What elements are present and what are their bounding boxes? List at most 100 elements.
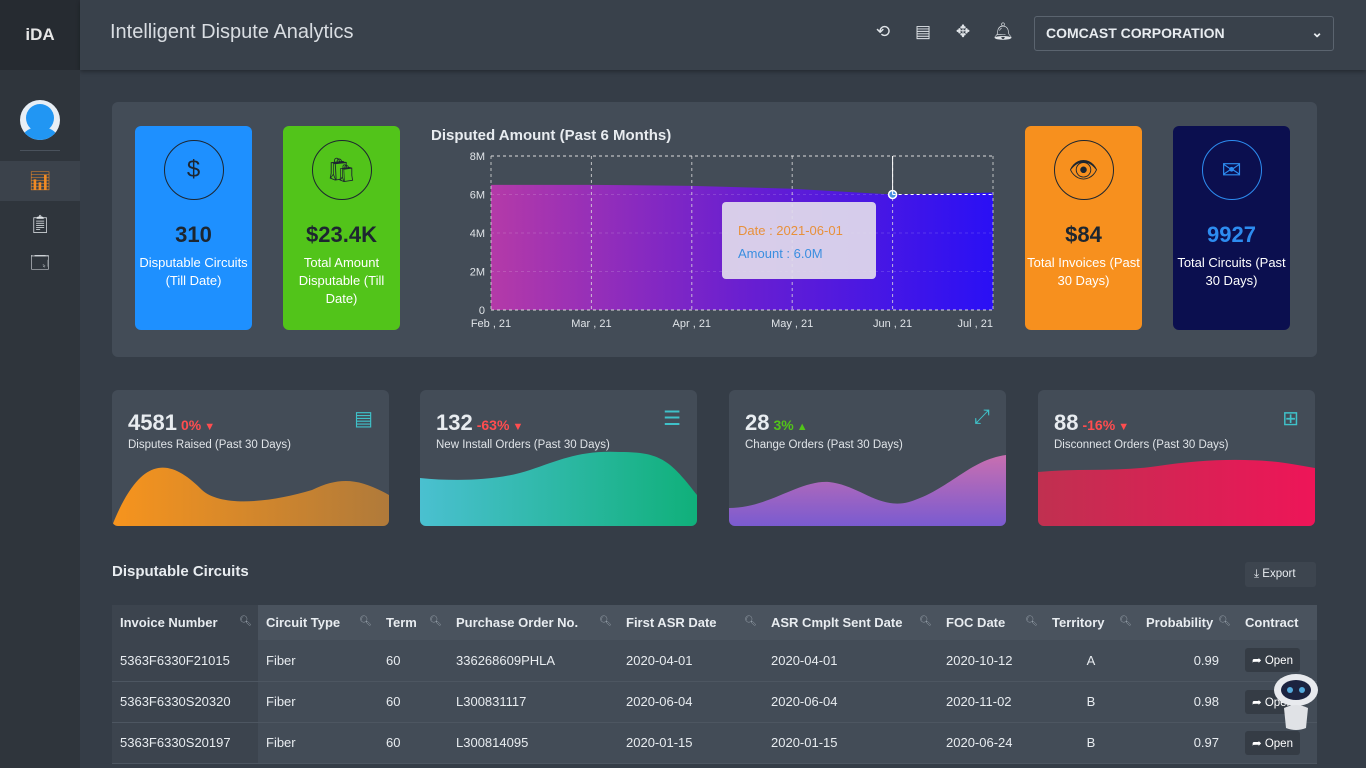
kpi-disputes-raised[interactable]: 4581 0% ▼ Disputes Raised (Past 30 Days) … [112, 390, 389, 526]
table-cell: Fiber [258, 722, 378, 764]
avatar[interactable] [20, 100, 60, 140]
column-header[interactable]: ASR Cmplt Sent Date 🔍︎ [763, 605, 938, 640]
table-cell: 2020-04-01 [763, 640, 938, 682]
y-tick-label: 6M [470, 190, 485, 202]
dashboard-chart-icon: 📊︎ [28, 170, 52, 191]
chart-title: Disputed Amount (Past 6 Months) [431, 127, 672, 144]
table-cell: 2020-06-04 [618, 681, 763, 723]
column-header[interactable]: Term 🔍︎ [378, 605, 448, 640]
column-label: Probability [1146, 615, 1214, 630]
x-tick-label: Mar , 21 [571, 318, 611, 330]
export-button[interactable]: ⤓ Export [1245, 562, 1316, 587]
table-row[interactable]: 5363F6330F21015 Fiber 60 336268609PHLA 2020-… [112, 640, 1317, 682]
search-icon[interactable]: 🔍︎ [1119, 616, 1132, 627]
sidebar-item-report[interactable]: 🗔 [0, 246, 80, 286]
column-label: Circuit Type [266, 615, 341, 630]
sidebar-item-dashboard[interactable]: 📊︎ [0, 161, 80, 201]
kpi-sparkline [420, 451, 697, 526]
chevron-down-icon: ⌄ [1311, 24, 1323, 40]
phone-mail-icon: ✉ [1201, 140, 1262, 200]
bell-icon[interactable]: 🔔︎ [992, 22, 1014, 44]
table-cell: 2020-06-24 [938, 722, 1044, 764]
table-cell: 60 [378, 640, 448, 682]
table-cell: 2020-11-02 [938, 681, 1044, 723]
column-header[interactable]: Circuit Type 🔍︎ [258, 605, 378, 640]
sidebar: 📊︎ 📋︎ 🗔 [0, 70, 80, 768]
search-icon[interactable]: 🔍︎ [1025, 616, 1038, 627]
table-row[interactable]: 5363F6330S20197 Fiber 60 L300814095 2020-01-… [112, 722, 1317, 764]
table-cell: 0.99 [1138, 640, 1237, 682]
move-icon[interactable]: ✥ [952, 22, 974, 44]
kpi-new-install-orders[interactable]: 132 -63% ▼ New Install Orders (Past 30 Da… [420, 390, 697, 526]
table-cell: L300814095 [448, 722, 618, 764]
table-cell: 0.97 [1138, 722, 1237, 764]
y-tick-label: 8M [470, 151, 485, 163]
table-cell: 5363F6330S20197 [112, 722, 258, 764]
y-tick-label: 0 [479, 305, 485, 317]
top-bar: Intelligent Dispute Analytics ⟲ ▤ ✥ 🔔︎ C… [80, 0, 1366, 70]
kpi-sparkline [1038, 459, 1315, 526]
company-name: COMCAST CORPORATION [1046, 25, 1225, 41]
search-icon[interactable]: 🔍︎ [599, 616, 612, 627]
disputable-circuits-table: Invoice Number 🔍︎ Circuit Type 🔍︎ Term 🔍︎ Purc… [112, 605, 1317, 764]
summary-panel: $ 310 Disputable Circuits (Till Date) 🛍︎… [112, 102, 1317, 357]
x-tick-label: Apr , 21 [673, 318, 712, 330]
table-cell: 2020-06-04 [763, 681, 938, 723]
search-icon[interactable]: 🔍︎ [239, 616, 252, 627]
disputed-amount-chart[interactable]: 0 2M 4M 6M 8M Feb , 21 Mar , 21 Apr , 21 May , 2… [432, 147, 1002, 337]
tooltip-amount: Amount : 6.0M [738, 246, 823, 261]
table-cell: B [1044, 681, 1138, 723]
table-cell: 5363F6330S20320 [112, 681, 258, 723]
company-select[interactable]: COMCAST CORPORATION ⌄ [1034, 16, 1334, 51]
x-tick-label: Feb , 21 [471, 318, 511, 330]
list-icon[interactable]: ▤ [912, 22, 934, 44]
column-header[interactable]: Contract [1237, 605, 1317, 640]
column-label: Contract [1245, 615, 1299, 630]
chart-tooltip [722, 202, 876, 279]
stat-label: Total Invoices (Past 30 Days) [1027, 255, 1140, 288]
kpi-sparkline [112, 467, 389, 526]
eye-mouse-icon: 👁︎ [1053, 140, 1114, 200]
clipboard-icon: 📋︎ [28, 213, 52, 234]
table-row[interactable]: 5363F6330S20320 Fiber 60 L300831117 2020-06-… [112, 681, 1317, 723]
column-header[interactable]: First ASR Date 🔍︎ [618, 605, 763, 640]
chatbot-icon[interactable] [1270, 672, 1322, 734]
column-header[interactable]: Purchase Order No. 🔍︎ [448, 605, 618, 640]
tooltip-date: Date : 2021-06-01 [738, 223, 843, 238]
table-cell: 2020-04-01 [618, 640, 763, 682]
column-header[interactable]: Probability 🔍︎ [1138, 605, 1237, 640]
stat-value: 310 [175, 222, 212, 247]
kpi-change-orders[interactable]: 28 3% ▲ Change Orders (Past 30 Days) ⤢ [729, 390, 1006, 526]
x-tick-label: Jun , 21 [873, 318, 912, 330]
column-header[interactable]: FOC Date 🔍︎ [938, 605, 1044, 640]
stat-label: Total Circuits (Past 30 Days) [1177, 255, 1286, 288]
open-contract-button[interactable]: ➦ Open [1245, 648, 1300, 673]
kpi-disconnect-orders[interactable]: 88 -16% ▼ Disconnect Orders (Past 30 Days… [1038, 390, 1315, 526]
open-label: Open [1264, 655, 1293, 668]
sidebar-item-clipboard[interactable]: 📋︎ [0, 204, 80, 244]
column-label: FOC Date [946, 615, 1006, 630]
stat-value: 9927 [1207, 222, 1256, 247]
stat-value: $23.4K [306, 222, 377, 247]
search-icon[interactable]: 🔍︎ [359, 616, 372, 627]
search-icon[interactable]: 🔍︎ [744, 616, 757, 627]
column-header[interactable]: Territory 🔍︎ [1044, 605, 1138, 640]
search-icon[interactable]: 🔍︎ [429, 616, 442, 627]
table-cell: 336268609PHLA [448, 640, 618, 682]
history-icon[interactable]: ⟲ [872, 22, 894, 44]
table-cell: 60 [378, 722, 448, 764]
column-label: First ASR Date [626, 615, 717, 630]
open-contract-button[interactable]: ➦ Open [1245, 730, 1300, 755]
search-icon[interactable]: 🔍︎ [1218, 616, 1231, 627]
stat-card-total-invoices[interactable]: 👁︎ $84 Total Invoices (Past 30 Days) [1025, 126, 1142, 330]
table-cell: L300831117 [448, 681, 618, 723]
app-logo[interactable]: iDA [0, 0, 80, 70]
column-header[interactable]: Invoice Number 🔍︎ [112, 605, 258, 640]
stat-card-total-circuits[interactable]: ✉ 9927 Total Circuits (Past 30 Days) [1173, 126, 1290, 330]
stat-card-disputable-circuits[interactable]: $ 310 Disputable Circuits (Till Date) [135, 126, 252, 330]
search-icon[interactable]: 🔍︎ [919, 616, 932, 627]
report-icon: 🗔 [30, 253, 50, 273]
y-tick-label: 4M [470, 228, 485, 240]
table-cell: Fiber [258, 640, 378, 682]
stat-card-total-amount[interactable]: 🛍︎ $23.4K Total Amount Disputable (Till … [283, 126, 400, 330]
